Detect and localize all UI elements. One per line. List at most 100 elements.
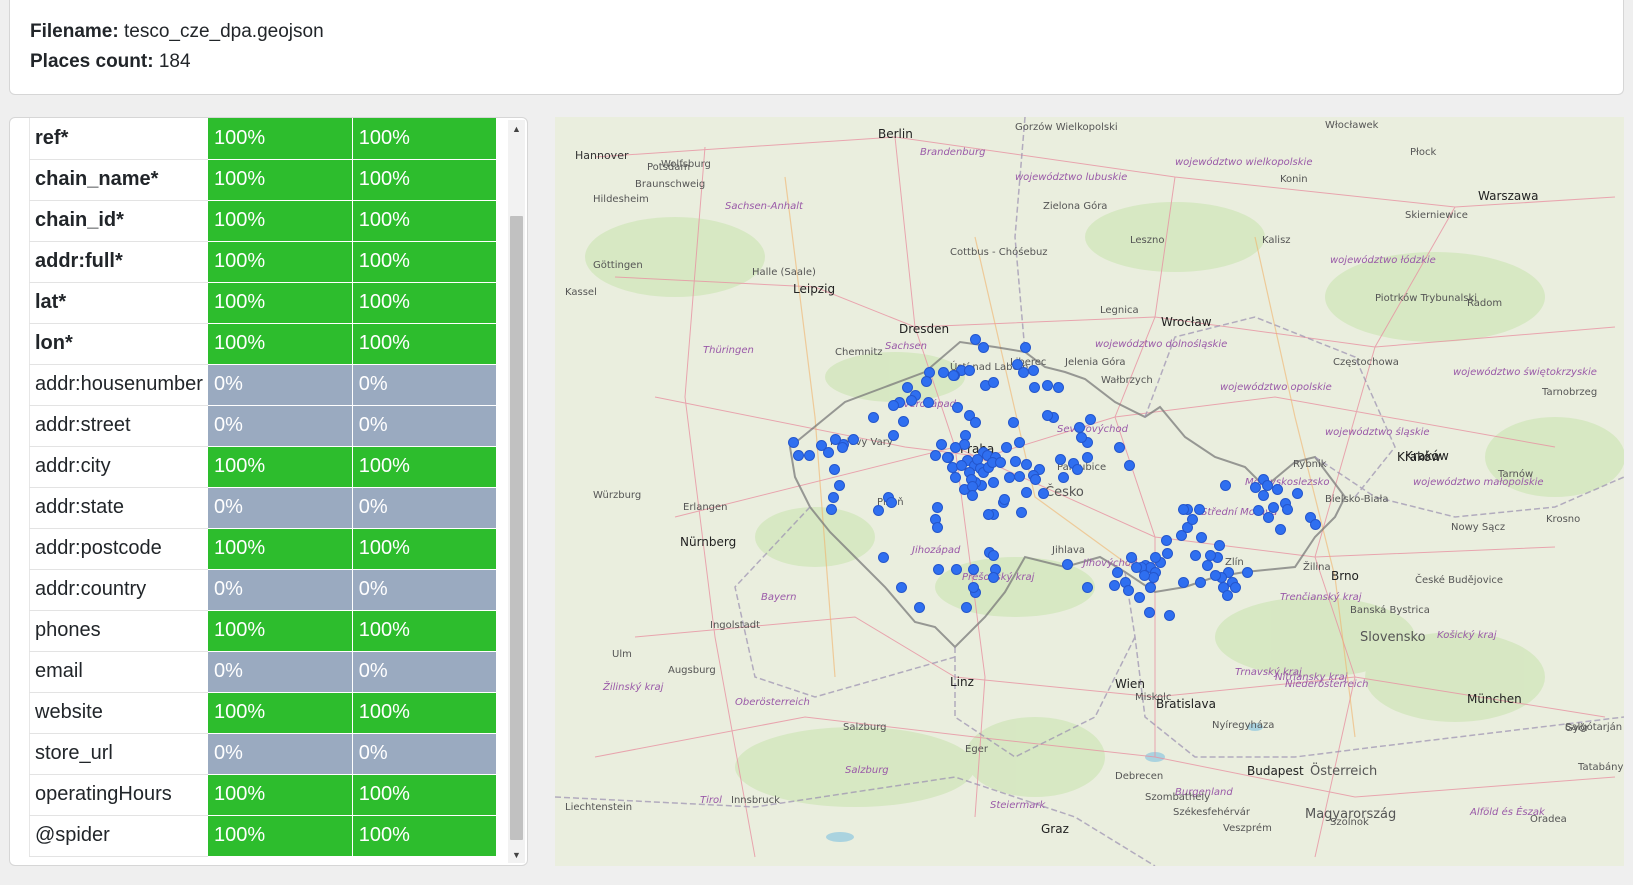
place-marker[interactable]: [1258, 490, 1269, 501]
place-marker[interactable]: [970, 417, 981, 428]
place-marker[interactable]: [1082, 452, 1093, 463]
place-marker[interactable]: [932, 502, 943, 513]
place-marker[interactable]: [978, 342, 989, 353]
place-marker[interactable]: [829, 464, 840, 475]
place-marker[interactable]: [968, 582, 979, 593]
place-marker[interactable]: [878, 552, 889, 563]
place-marker[interactable]: [1292, 488, 1303, 499]
place-marker[interactable]: [968, 564, 979, 575]
place-marker[interactable]: [952, 402, 963, 413]
place-marker[interactable]: [1112, 567, 1123, 578]
scroll-up-icon[interactable]: ▲: [508, 120, 525, 137]
place-marker[interactable]: [1164, 610, 1175, 621]
place-marker[interactable]: [995, 457, 1006, 468]
place-marker[interactable]: [834, 480, 845, 491]
place-marker[interactable]: [951, 564, 962, 575]
place-marker[interactable]: [1194, 504, 1205, 515]
place-marker[interactable]: [988, 477, 999, 488]
place-marker[interactable]: [961, 602, 972, 613]
place-marker[interactable]: [1195, 577, 1206, 588]
place-marker[interactable]: [933, 564, 944, 575]
place-marker[interactable]: [1178, 504, 1189, 515]
place-marker[interactable]: [823, 447, 834, 458]
place-marker[interactable]: [828, 492, 839, 503]
place-marker[interactable]: [988, 572, 999, 583]
place-marker[interactable]: [921, 376, 932, 387]
place-marker[interactable]: [1150, 552, 1161, 563]
place-marker[interactable]: [964, 365, 975, 376]
scroll-thumb[interactable]: [510, 216, 523, 840]
place-marker[interactable]: [1126, 552, 1137, 563]
place-marker[interactable]: [1021, 487, 1032, 498]
place-marker[interactable]: [1030, 474, 1041, 485]
place-marker[interactable]: [1028, 365, 1039, 376]
place-marker[interactable]: [1055, 454, 1066, 465]
place-marker[interactable]: [1161, 535, 1172, 546]
place-marker[interactable]: [788, 437, 799, 448]
place-marker[interactable]: [942, 452, 953, 463]
place-marker[interactable]: [1042, 380, 1053, 391]
place-marker[interactable]: [1253, 505, 1264, 516]
place-marker[interactable]: [1214, 540, 1225, 551]
place-marker[interactable]: [914, 602, 925, 613]
place-marker[interactable]: [1058, 472, 1069, 483]
place-marker[interactable]: [988, 550, 999, 561]
place-marker[interactable]: [1134, 592, 1145, 603]
place-marker[interactable]: [868, 412, 879, 423]
place-marker[interactable]: [1282, 504, 1293, 515]
place-marker[interactable]: [930, 450, 941, 461]
place-marker[interactable]: [1038, 488, 1049, 499]
place-marker[interactable]: [1020, 342, 1031, 353]
place-marker[interactable]: [896, 582, 907, 593]
place-marker[interactable]: [888, 430, 899, 441]
place-marker[interactable]: [873, 505, 884, 516]
scroll-down-icon[interactable]: ▼: [508, 846, 525, 863]
place-marker[interactable]: [1085, 414, 1096, 425]
table-scrollbar[interactable]: ▲ ▼: [508, 120, 525, 863]
place-marker[interactable]: [1263, 512, 1274, 523]
place-marker[interactable]: [1016, 507, 1027, 518]
field-coverage-table-viewport[interactable]: ref* 100% 100% chain_name* 100% 100% chain_id*…: [29, 118, 497, 858]
place-marker[interactable]: [950, 472, 961, 483]
place-marker[interactable]: [956, 460, 967, 471]
place-marker[interactable]: [1162, 548, 1173, 559]
place-marker[interactable]: [804, 450, 815, 461]
place-marker[interactable]: [923, 397, 934, 408]
place-marker[interactable]: [1187, 514, 1198, 525]
place-marker[interactable]: [1220, 480, 1231, 491]
place-marker[interactable]: [1196, 532, 1207, 543]
place-marker[interactable]: [1042, 410, 1053, 421]
place-marker[interactable]: [848, 434, 859, 445]
place-marker[interactable]: [1072, 464, 1083, 475]
place-marker[interactable]: [988, 377, 999, 388]
place-marker[interactable]: [1242, 567, 1253, 578]
place-marker[interactable]: [1144, 607, 1155, 618]
place-marker[interactable]: [1202, 560, 1213, 571]
place-marker[interactable]: [1230, 582, 1241, 593]
place-marker[interactable]: [888, 400, 899, 411]
place-marker[interactable]: [1076, 432, 1087, 443]
place-marker[interactable]: [1310, 519, 1321, 530]
place-marker[interactable]: [1014, 437, 1025, 448]
place-marker[interactable]: [793, 450, 804, 461]
place-marker[interactable]: [1109, 580, 1120, 591]
place-marker[interactable]: [1001, 442, 1012, 453]
place-marker[interactable]: [999, 494, 1010, 505]
place-marker[interactable]: [932, 522, 943, 533]
place-marker[interactable]: [906, 395, 917, 406]
place-marker[interactable]: [1114, 442, 1125, 453]
place-marker[interactable]: [1123, 585, 1134, 596]
place-marker[interactable]: [1124, 460, 1135, 471]
places-map[interactable]: Berlin Hannover Wolfsburg Potsdam Brandenbur…: [555, 117, 1624, 866]
place-marker[interactable]: [1053, 382, 1064, 393]
place-marker[interactable]: [1190, 550, 1201, 561]
place-marker[interactable]: [1139, 570, 1150, 581]
place-marker[interactable]: [1010, 456, 1021, 467]
place-marker[interactable]: [1008, 417, 1019, 428]
place-marker[interactable]: [898, 416, 909, 427]
place-marker[interactable]: [936, 439, 947, 450]
place-marker[interactable]: [948, 370, 959, 381]
place-marker[interactable]: [950, 442, 961, 453]
place-marker[interactable]: [1062, 559, 1073, 570]
place-marker[interactable]: [1014, 471, 1025, 482]
